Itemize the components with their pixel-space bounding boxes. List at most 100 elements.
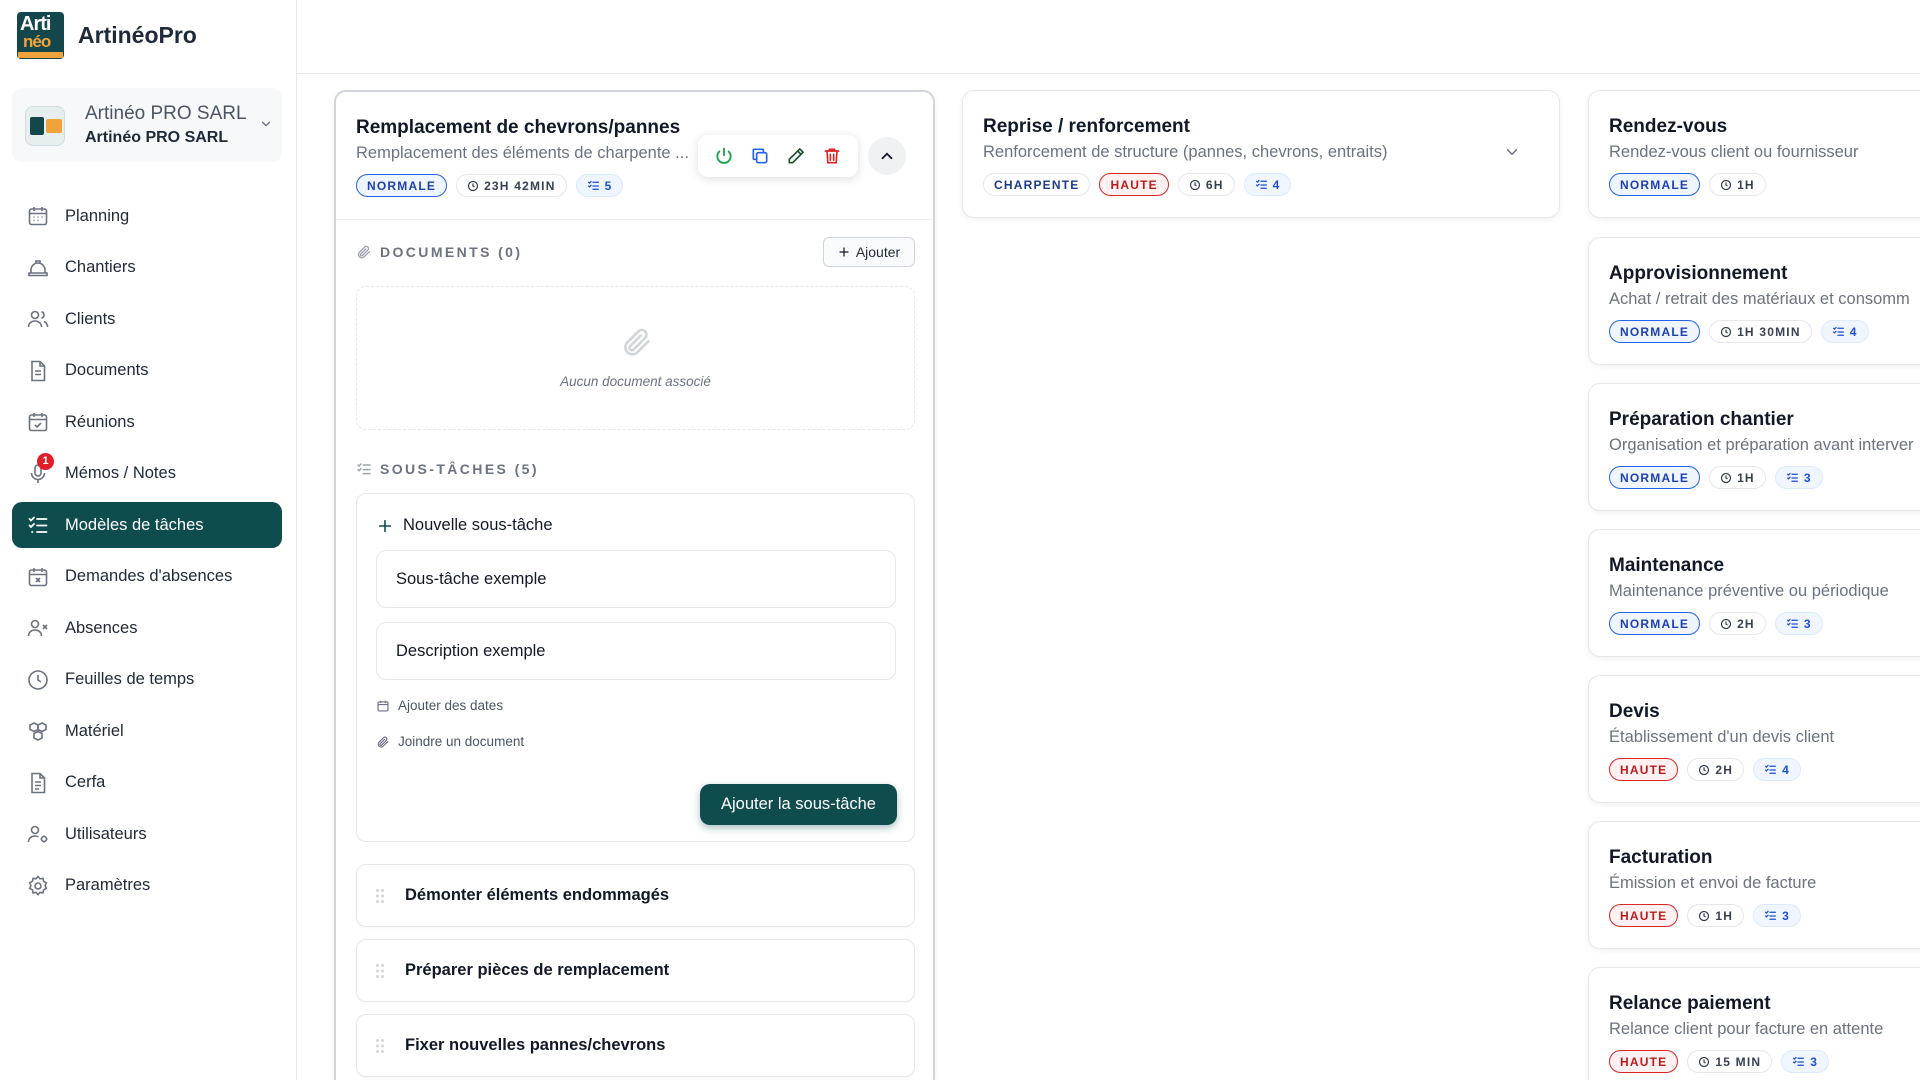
card-title: Préparation chantier <box>1609 409 1794 430</box>
category-badge: CHARPENTE <box>983 173 1091 196</box>
sidebar: Arti néo ArtinéoPro Artinéo PRO SARL Art… <box>0 0 297 1080</box>
sidebar-item-feuilles-temps[interactable]: Feuilles de temps <box>12 657 282 703</box>
sidebar-item-planning[interactable]: Planning <box>12 193 282 239</box>
subtask-title: Préparer pièces de remplacement <box>405 961 670 979</box>
task-template-card[interactable]: Devis Établissement d'un devis client HA… <box>1588 675 1920 803</box>
attach-document-link[interactable]: Joindre un document <box>376 734 524 749</box>
card-tags: HAUTE 15 MIN 3 <box>1609 1050 1830 1073</box>
card-tags: HAUTE 1H 3 <box>1609 904 1801 927</box>
app-name: ArtinéoPro <box>78 22 197 48</box>
sidebar-item-absences[interactable]: Absences <box>12 605 282 651</box>
chevron-down-icon <box>259 117 273 131</box>
card-title: Rendez-vous <box>1609 116 1728 137</box>
sidebar-item-cerfa[interactable]: Cerfa <box>12 760 282 806</box>
task-template-card[interactable]: Préparation chantier Organisation et pré… <box>1588 383 1920 511</box>
duration-badge: 15 MIN <box>1687 1050 1773 1073</box>
sidebar-item-clients[interactable]: Clients <box>12 296 282 342</box>
task-template-card[interactable]: Maintenance Maintenance préventive ou pé… <box>1588 529 1920 657</box>
collapse-button[interactable] <box>868 137 906 175</box>
list-check-icon <box>1255 179 1267 189</box>
card-tags: NORMALE 2H 3 <box>1609 612 1823 635</box>
chevron-down-icon[interactable] <box>1503 143 1521 161</box>
list-check-icon <box>587 180 599 190</box>
documents-dropzone[interactable]: Aucun document associé <box>356 286 915 430</box>
app-logo: Arti néo <box>17 12 64 59</box>
clock-icon <box>26 668 50 692</box>
sidebar-item-utilisateurs[interactable]: Utilisateurs <box>12 811 282 857</box>
priority-badge: HAUTE <box>1609 758 1679 781</box>
subtasks-count-badge: 3 <box>1774 466 1823 489</box>
sidebar-item-memos[interactable]: 1 Mémos / Notes <box>12 451 282 497</box>
sidebar-item-documents[interactable]: Documents <box>12 348 282 394</box>
duration-badge: 6H <box>1177 173 1235 196</box>
calendar-icon <box>26 204 50 228</box>
priority-badge: NORMALE <box>356 174 448 197</box>
subtask-title-input[interactable]: Sous-tâche exemple <box>376 550 896 608</box>
sidebar-item-reunions[interactable]: Réunions <box>12 399 282 445</box>
trash-icon[interactable] <box>818 142 846 170</box>
card-description: Établissement d'un devis client <box>1609 728 1835 746</box>
drag-handle-icon[interactable] <box>375 963 385 979</box>
subtasks-count-badge: 3 <box>1753 904 1801 927</box>
task-template-card-expanded[interactable]: Remplacement de chevrons/pannes Remplace… <box>334 90 935 1080</box>
file-text-icon <box>26 771 50 795</box>
subtasks-count-badge: 4 <box>1243 173 1292 196</box>
add-dates-link[interactable]: Ajouter des dates <box>376 698 503 713</box>
sidebar-item-materiel[interactable]: Matériel <box>12 708 282 754</box>
subtask-item[interactable]: Préparer pièces de remplacement <box>356 939 915 1002</box>
user-cog-icon <box>26 822 50 846</box>
task-template-card[interactable]: Approvisionnement Achat / retrait des ma… <box>1588 237 1920 365</box>
card-title: Approvisionnement <box>1609 263 1788 284</box>
divider <box>336 219 933 220</box>
company-switcher[interactable]: Artinéo PRO SARL Artinéo PRO SARL <box>12 88 282 162</box>
plus-icon <box>839 247 849 257</box>
drag-handle-icon[interactable] <box>375 1038 385 1054</box>
duplicate-icon[interactable] <box>746 142 774 170</box>
brand[interactable]: Arti néo ArtinéoPro <box>17 12 197 59</box>
sidebar-item-parametres[interactable]: Paramètres <box>12 863 282 909</box>
calendar-x-icon <box>26 565 50 589</box>
card-tags: CHARPENTE HAUTE 6H 4 <box>983 173 1292 196</box>
subtask-title: Démonter éléments endommagés <box>405 886 670 904</box>
task-template-card[interactable]: Reprise / renforcement Renforcement de s… <box>962 90 1560 218</box>
priority-badge: NORMALE <box>1609 320 1701 343</box>
subtask-description-input[interactable]: Description exemple <box>376 622 896 680</box>
card-tags: HAUTE 2H 4 <box>1609 758 1801 781</box>
sidebar-item-modeles-taches[interactable]: Modèles de tâches <box>12 502 282 548</box>
documents-section-label: DOCUMENTS (0) <box>356 244 522 260</box>
sidebar-item-chantiers[interactable]: Chantiers <box>12 245 282 291</box>
clock-icon <box>1699 1056 1710 1067</box>
list-check-icon <box>357 463 371 475</box>
subtasks-count-badge: 3 <box>1781 1050 1830 1073</box>
sidebar-item-label: Chantiers <box>65 258 136 276</box>
task-template-card[interactable]: Rendez-vous Rendez-vous client ou fourni… <box>1588 90 1920 218</box>
list-check-icon <box>1765 764 1777 774</box>
subtasks-count-badge: 5 <box>575 174 624 197</box>
list-check-icon <box>1765 910 1777 920</box>
sidebar-item-label: Paramètres <box>65 876 151 894</box>
duration-badge: 1H <box>1709 466 1766 489</box>
clock-icon <box>1699 764 1710 775</box>
power-icon[interactable] <box>710 142 738 170</box>
new-subtask-form: Nouvelle sous-tâche Sous-tâche exemple D… <box>356 493 915 842</box>
duration-badge: 1H 30MIN <box>1709 320 1812 343</box>
sidebar-item-demandes-absences[interactable]: Demandes d'absences <box>12 554 282 600</box>
sidebar-nav: Planning Chantiers Clients Documents Réu… <box>12 193 282 914</box>
drag-handle-icon[interactable] <box>375 888 385 904</box>
card-description: Achat / retrait des matériaux et consomm <box>1609 290 1910 308</box>
user-x-icon <box>26 616 50 640</box>
calendar-check-icon <box>26 410 50 434</box>
card-title: Relance paiement <box>1609 993 1771 1014</box>
subtasks-count-badge: 4 <box>1820 320 1869 343</box>
edit-icon[interactable] <box>782 142 810 170</box>
add-document-button[interactable]: Ajouter <box>823 237 915 267</box>
task-template-card[interactable]: Relance paiement Relance client pour fac… <box>1588 967 1920 1080</box>
add-subtask-button[interactable]: Ajouter la sous-tâche <box>700 784 897 825</box>
task-template-card[interactable]: Facturation Émission et envoi de facture… <box>1588 821 1920 949</box>
document-icon <box>26 359 50 383</box>
subtasks-section-label: SOUS-TÂCHES (5) <box>356 461 539 477</box>
boxes-icon <box>26 719 50 743</box>
paperclip-icon <box>620 325 654 359</box>
subtask-item[interactable]: Démonter éléments endommagés <box>356 864 915 927</box>
subtask-item[interactable]: Fixer nouvelles pannes/chevrons <box>356 1014 915 1077</box>
